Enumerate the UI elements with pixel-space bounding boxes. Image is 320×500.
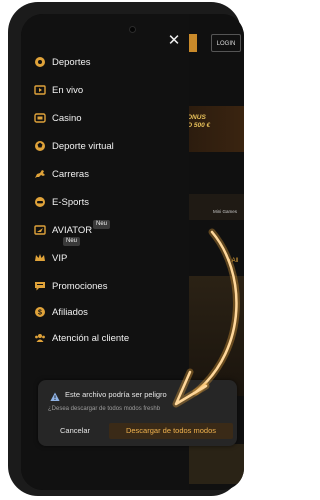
horse-racing-icon (34, 168, 46, 180)
menu-item-label: Deporte virtual (52, 140, 114, 152)
affiliate-icon: $ (34, 306, 46, 318)
download-warning-popup: Este archivo podría ser peligro ¿Desea d… (38, 380, 237, 446)
menu-item-deportes[interactable]: Deportes (34, 54, 91, 70)
warning-icon (50, 389, 60, 401)
soccer-ball-icon (34, 56, 46, 68)
menu-item-label: Promociones (52, 280, 108, 292)
game-card[interactable] (181, 276, 244, 396)
virtual-ball-icon (34, 140, 46, 152)
cancel-button[interactable]: Cancelar (48, 423, 102, 439)
close-icon[interactable]: ✕ (167, 33, 181, 48)
menu-item-label: Afiliados (52, 306, 88, 318)
menu-item-label: Carreras (52, 168, 89, 180)
new-badge: Neu (93, 220, 111, 229)
menu-item-aviator[interactable]: AVIATOR (34, 222, 92, 238)
menu-item-esports[interactable]: E-Sports (34, 194, 89, 210)
menu-item-label: VIP (52, 252, 68, 264)
mini-games-label: Mini Games (213, 209, 238, 214)
menu-item-afiliados[interactable]: $ Afiliados (34, 304, 88, 320)
menu-item-deporte-virtual[interactable]: Deporte virtual (34, 138, 114, 154)
svg-text:$: $ (38, 310, 42, 317)
menu-item-casino[interactable]: Casino (34, 110, 82, 126)
menu-item-promociones[interactable]: Promociones (34, 278, 107, 294)
promo-banner-line-2: O 500 € (187, 122, 211, 129)
menu-item-label: Casino (52, 112, 82, 124)
menu-item-vip[interactable]: VIP (34, 250, 67, 266)
menu-item-label: AVIATOR (52, 224, 93, 236)
menu-item-atencion-cliente[interactable]: Atención al cliente (34, 330, 129, 346)
play-screen-icon (34, 84, 46, 96)
promo-banner-line-1: ONUS (187, 114, 206, 121)
controller-icon (34, 196, 46, 208)
phone-frame: LOGIN ONUS O 500 € Mini Games e All ✕ De… (8, 2, 244, 496)
login-button[interactable]: LOGIN (211, 34, 241, 52)
popup-title: Este archivo podría ser peligro (65, 390, 167, 399)
menu-item-label: Atención al cliente (52, 332, 130, 344)
game-card[interactable] (181, 444, 244, 484)
menu-item-label: E-Sports (52, 196, 89, 208)
slot-icon (34, 112, 46, 124)
crown-icon (34, 252, 46, 264)
popup-subtitle: ¿Desea descargar de todos modos freshb (48, 406, 161, 412)
camera-notch (129, 26, 136, 33)
support-icon (34, 332, 46, 344)
phone-screen: LOGIN ONUS O 500 € Mini Games e All ✕ De… (21, 14, 244, 490)
menu-item-label: Deportes (52, 56, 91, 68)
promo-icon (34, 280, 46, 292)
plane-icon (34, 224, 46, 236)
see-all-link[interactable]: e All (227, 258, 238, 264)
menu-item-en-vivo[interactable]: En vivo (34, 82, 83, 98)
menu-item-label: En vivo (52, 84, 84, 96)
download-anyway-button[interactable]: Descargar de todos modos (109, 423, 233, 439)
new-badge: Neu (63, 237, 81, 246)
mini-games-tile[interactable] (181, 194, 244, 220)
menu-item-carreras[interactable]: Carreras (34, 166, 89, 182)
promo-banner-text: ONUS O 500 € (187, 114, 210, 130)
